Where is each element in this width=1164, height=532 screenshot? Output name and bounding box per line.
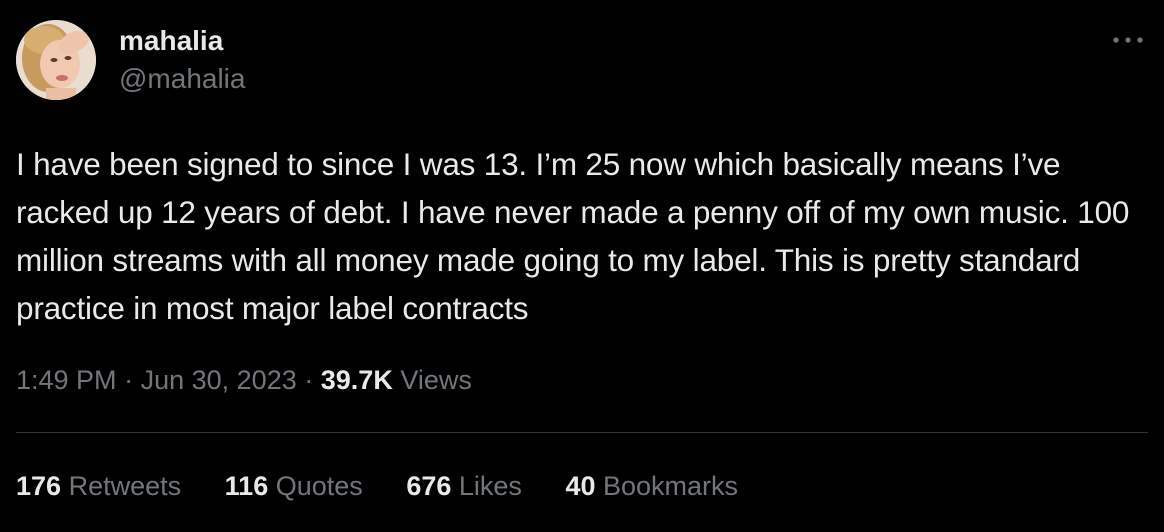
retweets-stat[interactable]: 176 Retweets: [16, 466, 181, 506]
handle[interactable]: @mahalia: [119, 62, 245, 96]
quotes-count: 116: [224, 471, 269, 501]
tweet-text: I have been signed to since I was 13. I’…: [16, 146, 1130, 326]
likes-stat[interactable]: 676 Likes: [406, 466, 522, 506]
tweet: mahalia @mahalia I have been signed to s…: [0, 0, 1164, 532]
meta-separator: ·: [304, 365, 314, 395]
display-name[interactable]: mahalia: [119, 24, 223, 58]
quotes-label: Quotes: [275, 471, 363, 501]
views-count[interactable]: 39.7K: [321, 365, 393, 395]
quotes-stat[interactable]: 116 Quotes: [225, 466, 363, 506]
engagement-stats: 176 Retweets 116 Quotes 676 Likes 40 Boo…: [16, 466, 774, 506]
bookmarks-label: Bookmarks: [603, 471, 739, 501]
bookmarks-stat[interactable]: 40 Bookmarks: [565, 466, 738, 506]
more-horizontal-icon[interactable]: [1108, 28, 1148, 52]
tweet-time[interactable]: 1:49 PM: [16, 365, 117, 395]
likes-label: Likes: [458, 471, 522, 501]
retweets-count: 176: [16, 471, 62, 501]
divider: [16, 432, 1148, 433]
retweets-label: Retweets: [68, 471, 182, 501]
views-label[interactable]: Views: [400, 365, 472, 395]
avatar-image: [16, 20, 96, 100]
avatar[interactable]: [16, 20, 96, 100]
bookmarks-count: 40: [565, 471, 596, 501]
meta-separator: ·: [124, 365, 134, 395]
tweet-meta: 1:49 PM · Jun 30, 2023 · 39.7K Views: [16, 360, 472, 400]
likes-count: 676: [406, 471, 452, 501]
tweet-date[interactable]: Jun 30, 2023: [141, 365, 297, 395]
